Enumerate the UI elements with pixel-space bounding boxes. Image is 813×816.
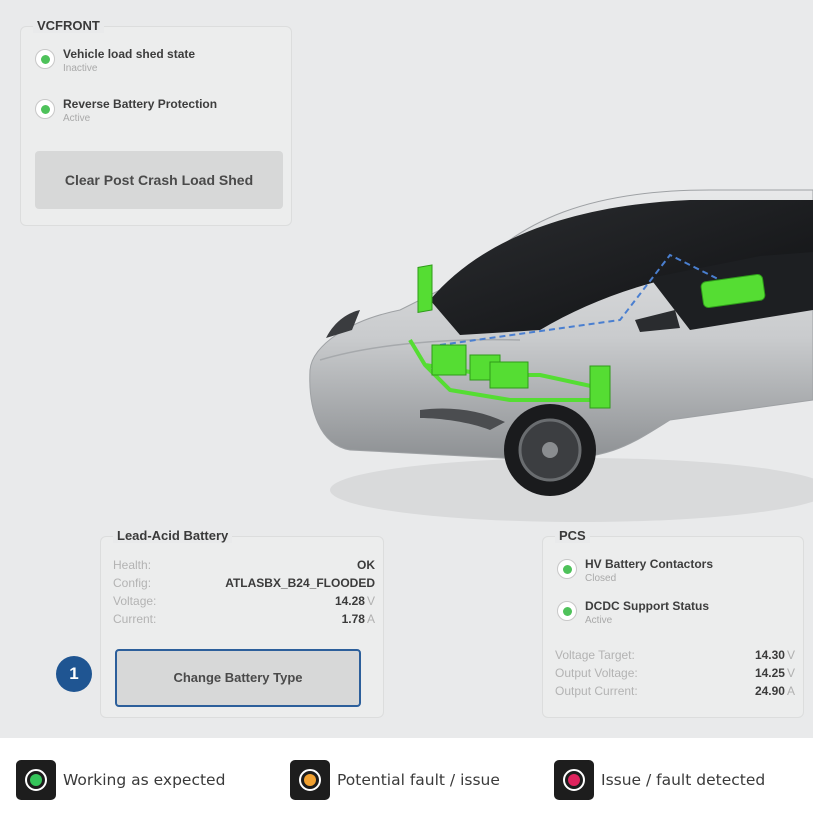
dcdc-support-status-row: DCDC Support Status Active: [557, 599, 709, 627]
output-current-value: 24.90: [754, 684, 785, 698]
vehicle-load-shed-row: Vehicle load shed state Inactive: [35, 47, 195, 75]
status-ok-icon: [35, 99, 55, 119]
legend-potential-fault-label: Potential fault / issue: [337, 771, 500, 789]
config-value: ATLASBX_B24_FLOODED: [225, 576, 375, 590]
dcdc-support-status-label: DCDC Support Status: [585, 599, 709, 613]
hv-battery-contactors-label: HV Battery Contactors: [585, 557, 714, 571]
output-current-unit: A: [786, 684, 795, 698]
component-module-a: [417, 264, 433, 314]
fault-detected-icon: [554, 760, 594, 800]
voltage-target-row: Voltage Target: 14.30 V: [555, 647, 795, 663]
lead-acid-battery-panel: Lead-Acid Battery Health: OK Config: ATL…: [100, 528, 384, 718]
fault-detected-dot: [568, 774, 580, 786]
status-ok-icon: [35, 49, 55, 69]
vcfront-panel: VCFRONT Vehicle load shed state Inactive…: [20, 18, 292, 226]
pcs-title: PCS: [555, 528, 590, 543]
change-battery-type-button[interactable]: Change Battery Type: [115, 649, 361, 707]
dcdc-support-status-status: Active: [585, 615, 613, 626]
health-key: Health:: [113, 558, 152, 572]
hv-battery-contactors-status: Closed: [585, 573, 617, 584]
front-hub: [542, 442, 558, 458]
voltage-row: Voltage: 14.28 V: [113, 593, 375, 609]
legend-working-label: Working as expected: [63, 771, 226, 789]
voltage-target-unit: V: [786, 648, 795, 662]
voltage-key: Voltage:: [113, 594, 157, 608]
config-row: Config: ATLASBX_B24_FLOODED: [113, 575, 375, 591]
vcfront-title: VCFRONT: [33, 18, 104, 33]
vehicle-load-shed-status: Inactive: [63, 63, 98, 74]
vehicle-load-shed-label: Vehicle load shed state: [63, 47, 196, 61]
output-voltage-row: Output Voltage: 14.25 V: [555, 665, 795, 681]
component-module-c: [589, 365, 611, 409]
config-key: Config:: [113, 576, 152, 590]
legend-fault-detected-label: Issue / fault detected: [601, 771, 766, 789]
legend-fault-detected: Issue / fault detected: [554, 760, 765, 800]
output-current-row: Output Current: 24.90 A: [555, 683, 795, 699]
pcs-component: [489, 361, 529, 389]
potential-fault-icon: [290, 760, 330, 800]
health-value: OK: [357, 558, 375, 572]
lead-acid-battery-title: Lead-Acid Battery: [113, 528, 233, 543]
output-current-key: Output Current:: [555, 684, 638, 698]
clear-post-crash-load-shed-button[interactable]: Clear Post Crash Load Shed: [35, 151, 283, 209]
working-status-icon: [16, 760, 56, 800]
reverse-battery-protection-row: Reverse Battery Protection Active: [35, 97, 217, 125]
reverse-battery-protection-status: Active: [63, 113, 91, 124]
voltage-unit: V: [366, 594, 375, 608]
legend-working: Working as expected: [16, 760, 225, 800]
current-row: Current: 1.78 A: [113, 611, 375, 627]
reverse-battery-protection-label: Reverse Battery Protection: [63, 97, 218, 111]
output-voltage-key: Output Voltage:: [555, 666, 638, 680]
output-voltage-value: 14.25: [754, 666, 785, 680]
current-key: Current:: [113, 612, 157, 626]
voltage-target-key: Voltage Target:: [555, 648, 635, 662]
hv-battery-contactors-row: HV Battery Contactors Closed: [557, 557, 713, 585]
current-value: 1.78: [341, 612, 365, 626]
service-screen: VCFRONT Vehicle load shed state Inactive…: [0, 0, 813, 738]
voltage-value: 14.28: [334, 594, 365, 608]
health-row: Health: OK: [113, 557, 375, 573]
pcs-panel: PCS HV Battery Contactors Closed DCDC Su…: [542, 528, 804, 718]
vehicle-illustration: [309, 189, 813, 522]
legend-potential-fault: Potential fault / issue: [290, 760, 500, 800]
potential-fault-dot: [304, 774, 316, 786]
voltage-target-value: 14.30: [754, 648, 785, 662]
status-ok-icon: [557, 601, 577, 621]
current-unit: A: [366, 612, 375, 626]
lead-acid-battery-component: [431, 344, 467, 376]
output-voltage-unit: V: [786, 666, 795, 680]
working-dot: [30, 774, 42, 786]
status-ok-icon: [557, 559, 577, 579]
callout-number-badge: 1: [56, 656, 92, 692]
